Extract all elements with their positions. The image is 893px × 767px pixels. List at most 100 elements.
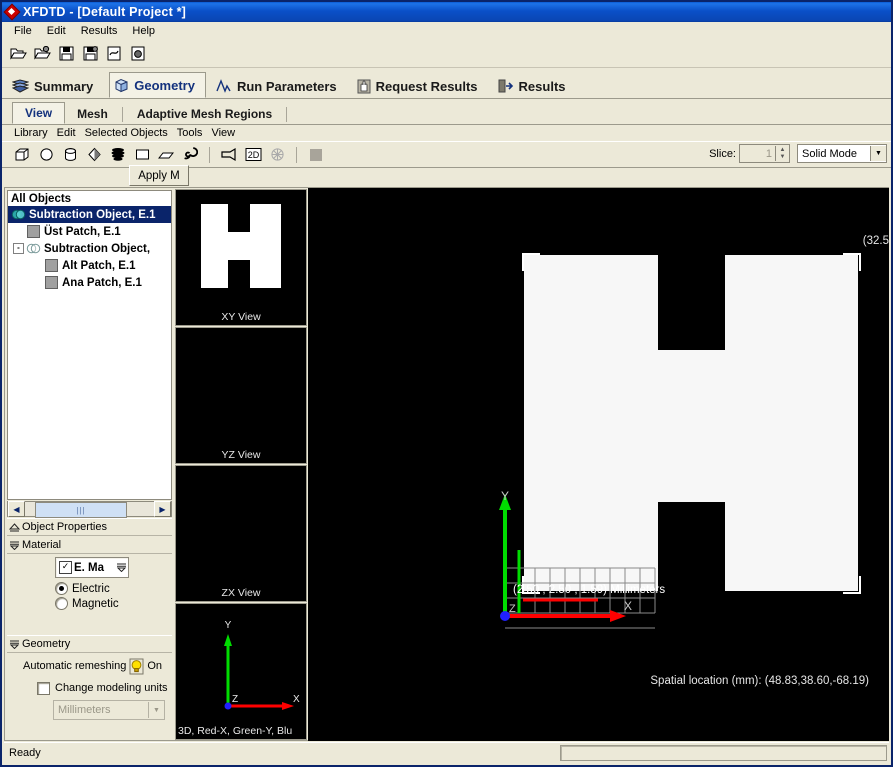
sub-tab-bar: View Mesh Adaptive Mesh Regions bbox=[2, 99, 891, 125]
radio-electric[interactable]: Electric bbox=[55, 581, 172, 596]
window-title: XFDTD - [Default Project *] bbox=[23, 5, 187, 19]
sphere-icon[interactable] bbox=[34, 144, 58, 165]
color-swatch-icon[interactable] bbox=[304, 144, 328, 165]
patch-icon bbox=[26, 225, 41, 239]
tab-results-label: Results bbox=[518, 78, 566, 94]
apply-material-button[interactable]: Apply M bbox=[129, 165, 189, 186]
radio-electric-dot[interactable] bbox=[55, 582, 68, 595]
tree-node-subtraction-object-child[interactable]: - Subtraction Object, bbox=[8, 240, 171, 257]
slice-arrows[interactable]: ▲ ▼ bbox=[775, 146, 789, 161]
tree-node-label: Alt Patch, E.1 bbox=[62, 259, 136, 272]
collapse-down-icon[interactable] bbox=[9, 639, 20, 650]
horn-icon[interactable] bbox=[217, 144, 241, 165]
document-options-icon[interactable] bbox=[127, 43, 149, 64]
slice-stepper[interactable]: 1 ▲ ▼ bbox=[739, 144, 790, 163]
scroll-right-arrow-icon[interactable]: ▶ bbox=[154, 501, 171, 517]
geo-menu-selected-objects[interactable]: Selected Objects bbox=[85, 127, 177, 139]
slice-value: 1 bbox=[765, 147, 772, 160]
left-panel: All Objects Subtraction Object, E.1 Üst … bbox=[4, 165, 189, 741]
tree-node-alt-patch-e1[interactable]: Alt Patch, E.1 bbox=[8, 257, 171, 274]
object-properties-header[interactable]: Object Properties bbox=[7, 518, 172, 536]
tab-results[interactable]: Results bbox=[494, 74, 576, 98]
cylinder-icon[interactable] bbox=[58, 144, 82, 165]
cone-icon[interactable] bbox=[82, 144, 106, 165]
tree-node-ana-patch-e1[interactable]: Ana Patch, E.1 bbox=[8, 274, 171, 291]
subtab-view[interactable]: View bbox=[12, 102, 66, 124]
2d-icon[interactable]: 2D bbox=[241, 144, 265, 165]
subtab-adaptive-mesh-regions[interactable]: Adaptive Mesh Regions bbox=[125, 104, 284, 124]
object-tree-horizontal-scrollbar[interactable]: ◀ ||| ▶ bbox=[7, 501, 172, 518]
preview-3d-view[interactable]: Y X Z 3D, Red-X, Green-Y, Blu bbox=[175, 603, 307, 740]
collapse-down-icon[interactable] bbox=[9, 540, 20, 551]
geo-menu-library[interactable]: Library bbox=[14, 127, 57, 139]
geometry-menu-bar: Library Edit Selected Objects Tools View bbox=[2, 125, 891, 141]
material-section-header[interactable]: Material bbox=[7, 537, 172, 554]
tree-node-label: Subtraction Object, E.1 bbox=[29, 208, 156, 221]
open-project-options-icon[interactable] bbox=[31, 43, 53, 64]
chevron-down-icon[interactable]: ▼ bbox=[870, 146, 886, 161]
geo-menu-view[interactable]: View bbox=[211, 127, 244, 139]
box-icon[interactable] bbox=[10, 144, 34, 165]
scroll-thumb[interactable]: ||| bbox=[35, 502, 127, 518]
status-secondary-panel bbox=[560, 745, 887, 761]
display-mode-select[interactable]: Solid Mode ▼ bbox=[797, 144, 887, 163]
collapse-up-icon[interactable] bbox=[9, 522, 20, 533]
subtab-divider-2 bbox=[286, 107, 288, 122]
rectangle-icon[interactable] bbox=[130, 144, 154, 165]
automatic-remeshing-label: Automatic remeshing bbox=[23, 660, 127, 672]
geometry-section-header[interactable]: Geometry bbox=[7, 635, 172, 653]
radio-magnetic[interactable]: Magnetic bbox=[55, 596, 172, 611]
menu-item-file[interactable]: File bbox=[8, 24, 41, 38]
geometry-viewport[interactable]: Y X Z (2.50 , 2.50 , 1.59) Millimeters (… bbox=[308, 187, 889, 741]
change-modeling-units-checkbox[interactable] bbox=[37, 681, 50, 695]
toolbar-divider-2 bbox=[296, 146, 297, 163]
save-project-as-icon[interactable] bbox=[79, 43, 101, 64]
tab-request-results[interactable]: Request Results bbox=[353, 74, 488, 98]
chevron-down-icon[interactable] bbox=[114, 563, 128, 572]
open-project-icon[interactable] bbox=[7, 43, 29, 64]
menu-item-help[interactable]: Help bbox=[126, 24, 164, 38]
selection-bracket-bottom-right bbox=[843, 576, 861, 594]
preview-panel-column: XY View YZ View ZX View Y X Z 3D, Red-X,… bbox=[174, 187, 308, 741]
geo-menu-tools[interactable]: Tools bbox=[177, 127, 212, 139]
spiral-icon[interactable] bbox=[178, 144, 202, 165]
slice-down-arrow[interactable]: ▼ bbox=[776, 154, 789, 162]
menu-item-edit[interactable]: Edit bbox=[41, 24, 75, 38]
tree-node-subtraction-object-e1[interactable]: Subtraction Object, E.1 bbox=[8, 206, 171, 223]
change-modeling-units-row[interactable]: Change modeling units bbox=[7, 679, 172, 697]
tab-summary[interactable]: Summary bbox=[8, 74, 103, 98]
preview-yz-view[interactable]: YZ View bbox=[175, 327, 307, 464]
signal-document-icon[interactable] bbox=[103, 43, 125, 64]
scroll-track[interactable]: ||| bbox=[25, 502, 154, 518]
material-select[interactable]: ✓ E. Ma bbox=[55, 557, 129, 578]
tree-expander-icon[interactable]: - bbox=[13, 243, 24, 254]
menu-bar: File Edit Results Help bbox=[2, 22, 891, 40]
preview-xy-view[interactable]: XY View bbox=[175, 189, 307, 326]
parallelogram-icon[interactable] bbox=[154, 144, 178, 165]
radio-magnetic-dot[interactable] bbox=[55, 597, 68, 610]
cube-icon bbox=[114, 78, 129, 93]
tab-geometry[interactable]: Geometry bbox=[109, 72, 206, 98]
slice-up-arrow[interactable]: ▲ bbox=[776, 146, 789, 154]
tree-node-ust-patch-e1[interactable]: Üst Patch, E.1 bbox=[8, 223, 171, 240]
title-bar: XFDTD - [Default Project *] bbox=[2, 2, 891, 22]
save-project-icon[interactable] bbox=[55, 43, 77, 64]
geometry-toolbar-right: Slice: 1 ▲ ▼ Solid Mode ▼ bbox=[709, 144, 887, 163]
geo-menu-edit[interactable]: Edit bbox=[57, 127, 85, 139]
scroll-left-arrow-icon[interactable]: ◀ bbox=[8, 501, 25, 517]
material-controls: ✓ E. Ma Electric Magnetic Apply M bbox=[7, 165, 189, 613]
svg-text:Z: Z bbox=[232, 694, 238, 705]
material-checkbox[interactable]: ✓ bbox=[59, 561, 72, 574]
preview-patch-notch-bottom bbox=[228, 260, 250, 288]
material-label: Material bbox=[22, 539, 62, 551]
subtab-mesh[interactable]: Mesh bbox=[65, 104, 120, 124]
lightbulb-icon[interactable] bbox=[129, 658, 144, 675]
preview-zx-view[interactable]: ZX View bbox=[175, 465, 307, 602]
object-tree[interactable]: All Objects Subtraction Object, E.1 Üst … bbox=[7, 190, 172, 500]
wireframe-sphere-icon[interactable] bbox=[265, 144, 289, 165]
menu-item-results[interactable]: Results bbox=[75, 24, 127, 38]
polarity-radio-group: Electric Magnetic bbox=[55, 581, 172, 611]
tab-run-parameters[interactable]: Run Parameters bbox=[212, 74, 347, 98]
stack-icon[interactable] bbox=[106, 144, 130, 165]
change-modeling-units-label: Change modeling units bbox=[55, 682, 168, 694]
